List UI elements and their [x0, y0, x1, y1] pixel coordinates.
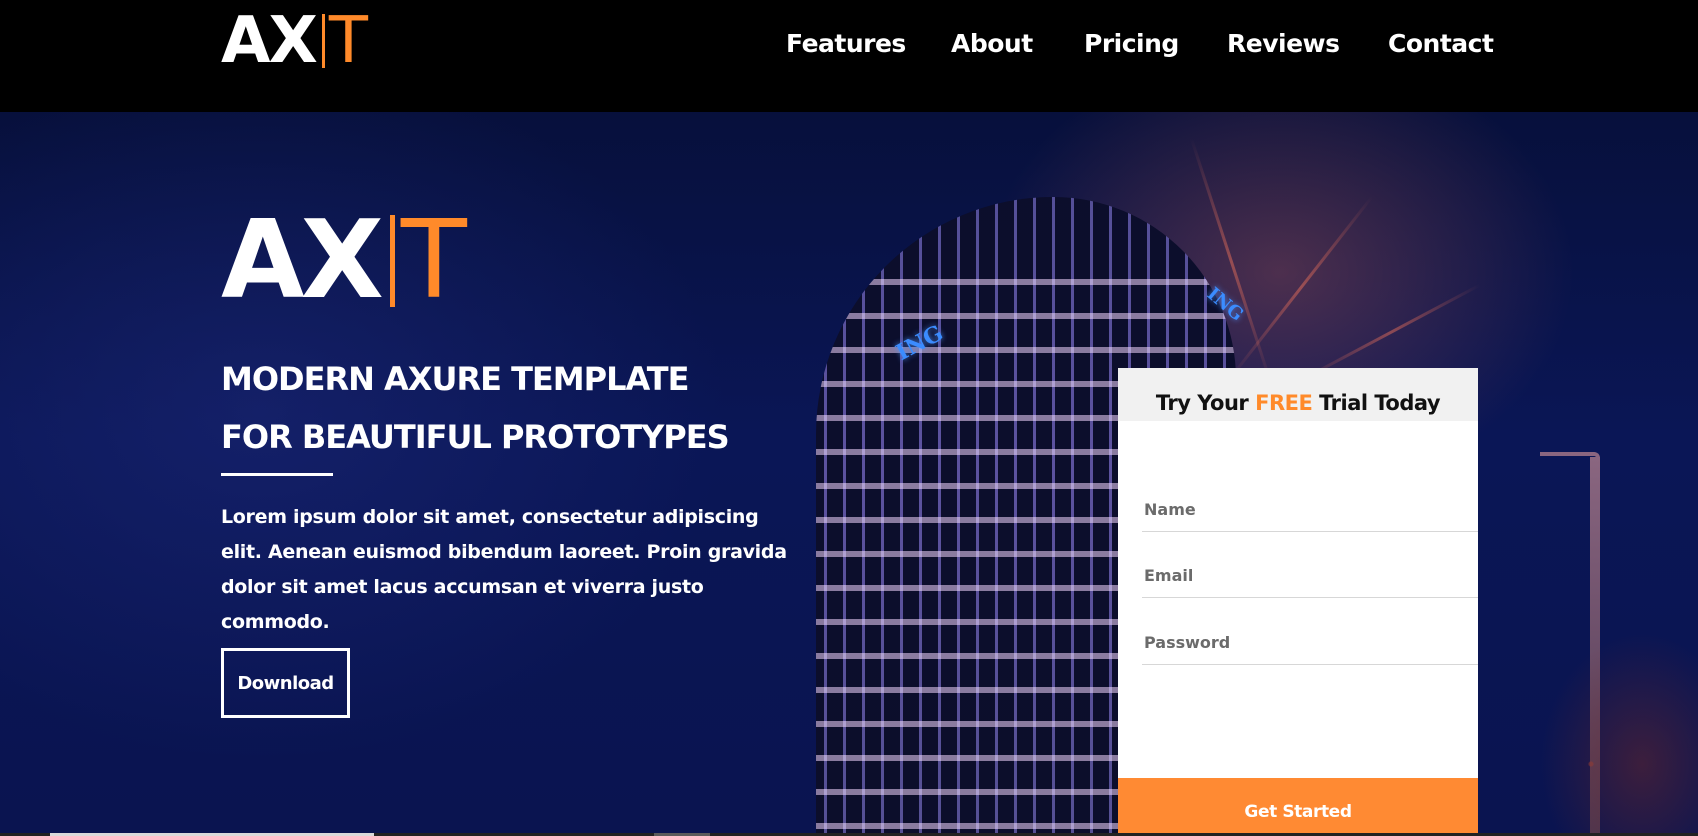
hero-description: Lorem ipsum dolor sit amet, consectetur …	[221, 506, 787, 633]
nav-item-about[interactable]: About	[951, 22, 1033, 66]
nav-item-pricing[interactable]: Pricing	[1084, 22, 1179, 66]
nav-item-features[interactable]: Features	[786, 22, 906, 66]
logo-divider	[321, 14, 325, 68]
brand-logo[interactable]: AX T	[221, 4, 368, 78]
hero-headline-line-2: FOR BEAUTIFUL PROTOTYPES	[221, 418, 730, 456]
get-started-button[interactable]: Get Started	[1118, 778, 1478, 836]
download-button[interactable]: Download	[221, 648, 350, 718]
light-ray	[1302, 283, 1481, 381]
nav-item-reviews[interactable]: Reviews	[1227, 22, 1340, 66]
logo-t-text: T	[328, 4, 368, 78]
headline-underline	[221, 473, 333, 476]
tree-silhouette	[1540, 632, 1698, 836]
hero-logo: AX T	[221, 198, 467, 323]
form-title-suffix: Trial Today	[1312, 391, 1441, 415]
trial-signup-form: Try Your FREE Trial Today Get Started	[1118, 368, 1478, 836]
form-title: Try Your FREE Trial Today	[1118, 368, 1478, 421]
logo-ax-text: AX	[221, 4, 318, 78]
hero-headline-line-1: MODERN AXURE TEMPLATE	[221, 360, 689, 398]
nav-item-contact[interactable]: Contact	[1388, 22, 1494, 66]
name-field[interactable]	[1142, 488, 1478, 532]
hero-logo-ax-text: AX	[221, 198, 384, 323]
email-field[interactable]	[1142, 554, 1478, 598]
password-field[interactable]	[1142, 621, 1478, 665]
form-title-prefix: Try Your	[1155, 391, 1256, 415]
top-navbar: AX T Features About Pricing Reviews Conta…	[0, 0, 1698, 112]
hero-logo-divider	[389, 215, 395, 307]
form-title-free: FREE	[1255, 391, 1313, 415]
hero-logo-t-text: T	[400, 198, 467, 323]
